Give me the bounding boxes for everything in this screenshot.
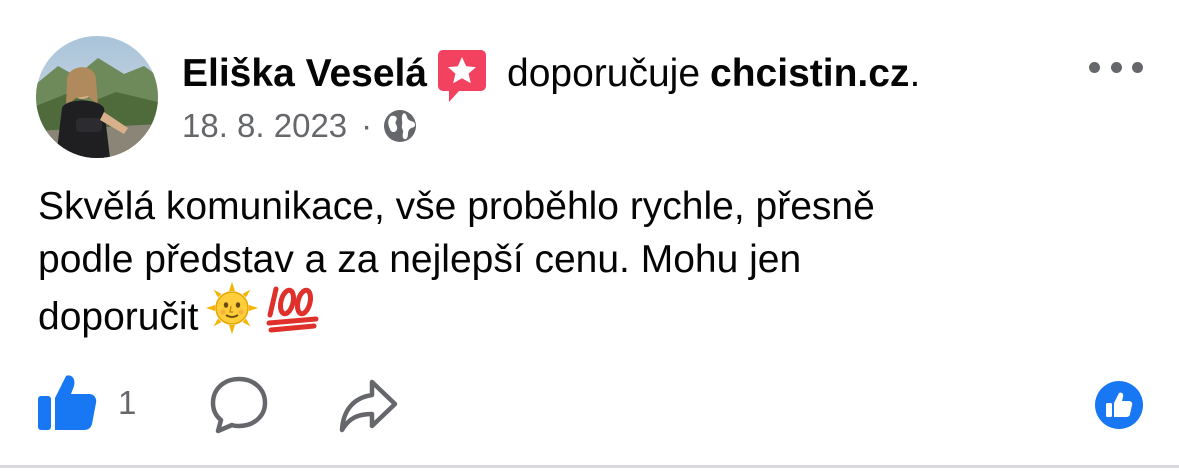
more-dots-icon — [1110, 61, 1122, 73]
sun-with-face-emoji — [206, 282, 259, 348]
like-button[interactable]: 1 — [36, 370, 136, 436]
post-text-line-last: doporučit — [38, 282, 1098, 352]
like-reaction-icon[interactable] — [1094, 380, 1144, 430]
post-text-line-end: doporučit — [38, 295, 199, 339]
post-date[interactable]: 18. 8. 2023 — [182, 107, 347, 145]
more-options-button[interactable] — [1084, 52, 1148, 82]
post-text: Skvělá komunikace, vše proběhlo rychle, … — [38, 180, 1098, 352]
comment-button[interactable] — [208, 374, 270, 441]
post-divider — [0, 465, 1179, 468]
header-period: . — [909, 52, 921, 95]
recommends-label: doporučuje — [507, 52, 701, 95]
hundred-points-emoji — [266, 283, 320, 347]
star-speech-bubble-icon — [437, 48, 487, 104]
post-text-line: podle představ a za nejlepší cenu. Mohu … — [38, 238, 802, 281]
more-dots-icon — [1132, 61, 1143, 73]
globe-icon — [382, 108, 418, 144]
share-arrow-icon — [339, 379, 398, 433]
more-dots-icon — [1089, 61, 1100, 73]
meta-separator: · — [361, 107, 373, 144]
share-button[interactable] — [338, 376, 400, 439]
post-meta: 18. 8. 2023 · — [182, 102, 418, 150]
post-actions: 1 — [36, 370, 1146, 440]
post-text-line: Skvělá komunikace, vše proběhlo rychle, … — [38, 185, 875, 228]
recommended-page-link[interactable]: chcistin.cz — [710, 42, 909, 106]
post-header: Eliška Veselá doporučuje chcistin.cz. — [182, 42, 920, 106]
author-avatar[interactable] — [36, 36, 158, 158]
like-count: 1 — [118, 384, 137, 421]
thumbs-up-icon — [38, 375, 97, 430]
comment-bubble-icon — [210, 376, 268, 434]
author-name[interactable]: Eliška Veselá — [182, 42, 427, 106]
